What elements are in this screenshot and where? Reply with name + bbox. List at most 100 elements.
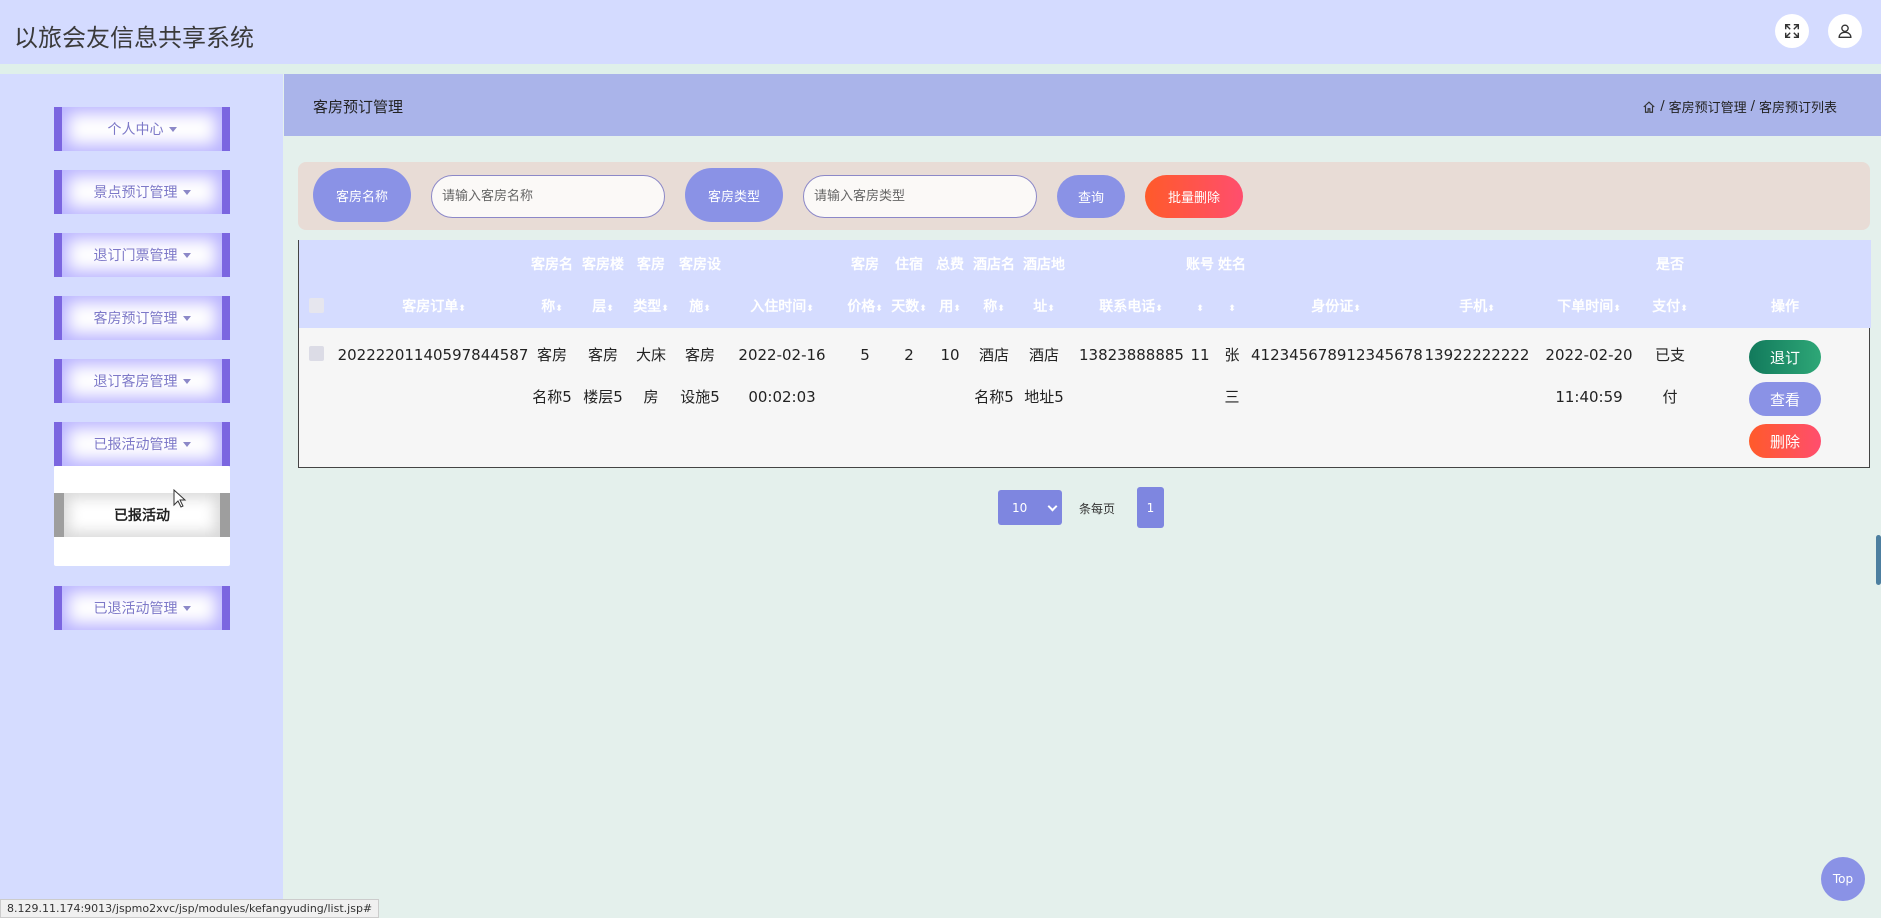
chevron-down-icon: [1047, 501, 1058, 512]
sort-icon: ⬍: [1047, 304, 1055, 314]
col-label: 类型: [633, 299, 662, 315]
sort-icon: ⬍: [875, 304, 883, 314]
submenu-edge: [54, 493, 64, 537]
sort-icon: ⬍: [1353, 304, 1361, 314]
caret-down-icon: [182, 189, 191, 195]
col-label: 天数: [891, 299, 920, 315]
cell-order-time: 11:40:59: [1555, 388, 1623, 406]
cell-total: 10: [940, 346, 960, 364]
col-order-time[interactable]: 下单时间⬍: [1539, 284, 1639, 332]
cell-floor: 客房: [587, 346, 618, 364]
fullscreen-button[interactable]: [1775, 14, 1809, 48]
sort-icon: ⬍: [953, 304, 961, 314]
home-icon[interactable]: [1642, 100, 1656, 114]
col-floor-line1: 客房楼: [582, 257, 624, 273]
room-type-input[interactable]: [803, 175, 1037, 218]
sidebar-item-label: 客房预订管理: [93, 311, 178, 327]
cell-hotel-name: 酒店: [978, 346, 1009, 364]
col-label: 入住时间: [750, 299, 807, 315]
delete-button[interactable]: 删除: [1749, 424, 1821, 458]
col-id-card[interactable]: 身份证⬍: [1251, 284, 1421, 332]
page-number-button[interactable]: 1: [1137, 487, 1164, 528]
sidebar-item-withdrawn-activities[interactable]: 已退活动管理: [54, 586, 230, 630]
cell-hotel-addr: 酒店: [1028, 346, 1059, 364]
col-price[interactable]: 价格⬍: [843, 284, 887, 332]
menu-edge: [222, 233, 230, 277]
caret-down-icon: [168, 126, 177, 132]
user-icon: [1838, 24, 1852, 38]
col-label: 手机: [1459, 299, 1488, 315]
cell-order-no: 20222201140597844587: [337, 346, 529, 364]
query-button[interactable]: 查询: [1057, 175, 1125, 218]
col-paid[interactable]: 支付⬍: [1645, 284, 1695, 332]
cell-room-name-line2: 名称5: [532, 388, 572, 406]
cell-id-card: 412345678912345678: [1251, 346, 1423, 364]
sidebar-item-registered-activities[interactable]: 已报活动管理: [54, 422, 230, 466]
back-to-top-button[interactable]: Top: [1821, 857, 1865, 901]
sidebar-item-label: 已退活动管理: [93, 601, 178, 617]
user-button[interactable]: [1828, 14, 1862, 48]
page-title: 客房预订管理: [313, 98, 404, 116]
col-room-name[interactable]: 称⬍: [527, 284, 577, 332]
col-days[interactable]: 天数⬍: [887, 284, 931, 332]
breadcrumb-level1[interactable]: 客房预订管理: [1669, 97, 1747, 116]
batch-delete-button[interactable]: 批量删除: [1145, 175, 1243, 218]
page-size-select[interactable]: 10: [998, 490, 1062, 525]
sidebar-item-label: 已报活动管理: [93, 437, 178, 453]
sidebar-item-room-refund[interactable]: 退订客房管理: [54, 359, 230, 403]
header-divider: [0, 64, 1881, 74]
col-paid-line1: 是否: [1656, 257, 1684, 273]
col-days-line1: 住宿: [895, 257, 923, 273]
breadcrumb-separator: /: [1750, 99, 1755, 114]
menu-edge: [54, 586, 62, 630]
sort-icon: ⬍: [997, 304, 1005, 314]
sidebar-item-room-booking[interactable]: 客房预订管理: [54, 296, 230, 340]
breadcrumb: / 客房预订管理 / 客房预订列表: [1642, 97, 1837, 116]
col-label: 支付: [1652, 299, 1681, 315]
top-bar: 以旅会友信息共享系统: [0, 0, 1881, 64]
submenu-item-registered-activity[interactable]: 已报活动: [54, 493, 230, 537]
sort-icon: ⬍: [919, 304, 927, 314]
refund-button[interactable]: 退订: [1749, 340, 1821, 374]
expand-icon: [1784, 23, 1800, 39]
cell-floor-line2: 楼层5: [583, 388, 623, 406]
col-floor[interactable]: 层⬍: [577, 284, 629, 332]
row-checkbox[interactable]: [309, 346, 324, 361]
menu-edge: [222, 296, 230, 340]
col-label: 施: [689, 299, 704, 315]
scrollbar-thumb[interactable]: [1876, 535, 1881, 585]
sidebar-item-personal-center[interactable]: 个人中心: [54, 107, 230, 151]
sort-icon: ⬍: [1155, 304, 1163, 314]
cell-room-name: 客房: [536, 346, 567, 364]
col-total[interactable]: 用⬍: [931, 284, 969, 332]
col-phone[interactable]: 联系电话⬍: [1079, 284, 1183, 332]
col-hotel-addr[interactable]: 址⬍: [1019, 284, 1069, 332]
cell-hotel-addr-line2: 地址5: [1024, 388, 1064, 406]
col-hotel-name[interactable]: 称⬍: [969, 284, 1019, 332]
col-room-name-line1: 客房名: [531, 257, 573, 273]
cell-mobile: 13922222222: [1424, 346, 1530, 364]
room-name-label: 客房名称: [313, 168, 411, 222]
cell-order-date: 2022-02-20: [1545, 346, 1633, 364]
col-order-no[interactable]: 客房订单⬍: [379, 284, 489, 332]
col-facility[interactable]: 施⬍: [673, 284, 727, 332]
select-all-checkbox[interactable]: [309, 298, 324, 313]
caret-down-icon: [182, 378, 191, 384]
col-type[interactable]: 类型⬍: [629, 284, 673, 332]
col-account[interactable]: ⬍: [1183, 284, 1217, 332]
sort-icon: ⬍: [458, 304, 466, 314]
room-name-input[interactable]: [431, 175, 665, 218]
sidebar-item-attraction-booking[interactable]: 景点预订管理: [54, 170, 230, 214]
col-mobile[interactable]: 手机⬍: [1421, 284, 1533, 332]
menu-edge: [54, 233, 62, 277]
view-button[interactable]: 查看: [1749, 382, 1821, 416]
cell-hotel-name-line2: 名称5: [974, 388, 1014, 406]
menu-label-wrap: 已报活动管理: [62, 422, 222, 466]
col-name[interactable]: ⬍: [1217, 284, 1247, 332]
col-name-line1: 姓名: [1218, 257, 1246, 273]
col-checkin-time[interactable]: 入住时间⬍: [735, 284, 829, 332]
sidebar-item-ticket-refund[interactable]: 退订门票管理: [54, 233, 230, 277]
menu-edge: [222, 586, 230, 630]
menu-label-wrap: 个人中心: [62, 107, 222, 151]
sidebar-item-label: 景点预订管理: [93, 185, 178, 201]
